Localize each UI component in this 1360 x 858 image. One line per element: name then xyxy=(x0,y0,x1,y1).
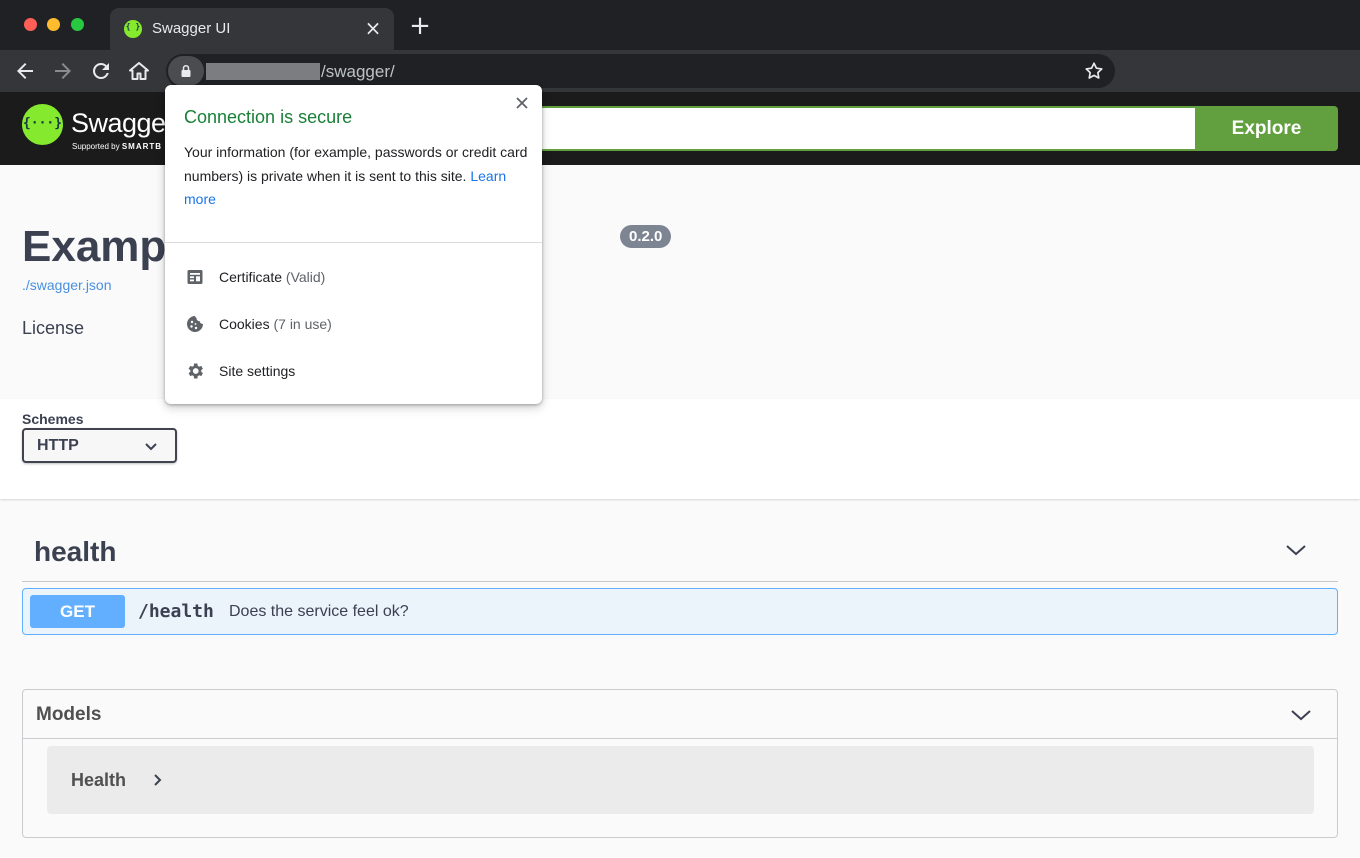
forward-arrow-icon[interactable] xyxy=(51,59,75,83)
tag-section-health[interactable]: health xyxy=(22,520,1338,582)
site-settings-label: Site settings xyxy=(219,363,296,379)
swagger-brand: Swagger xyxy=(71,108,175,138)
chevron-down-icon[interactable] xyxy=(1284,538,1308,562)
popup-title: Connection is secure xyxy=(184,107,353,127)
spec-url-input[interactable] xyxy=(530,106,1196,151)
reload-icon[interactable] xyxy=(89,59,113,83)
url-path: /swagger/ xyxy=(321,62,395,81)
popup-item-certificate[interactable]: Certificate (Valid) xyxy=(165,257,542,297)
http-method-badge: GET xyxy=(30,595,125,628)
tab-close-button[interactable]: × xyxy=(362,17,384,39)
tag-name: health xyxy=(34,536,117,567)
models-title: Models xyxy=(36,704,102,725)
chevron-down-icon xyxy=(145,443,157,451)
lock-icon xyxy=(181,64,191,77)
certificate-label: Certificate xyxy=(219,269,283,285)
certificate-status: (Valid) xyxy=(285,269,326,285)
swagger-favicon-icon xyxy=(124,20,142,38)
minimize-window-button[interactable] xyxy=(47,18,60,31)
schemes-select[interactable]: HTTP xyxy=(22,428,177,463)
license-link[interactable]: License xyxy=(22,318,84,339)
operation-get-health[interactable]: GET /health Does the service feel ok? xyxy=(22,588,1338,635)
cookie-icon xyxy=(187,316,203,332)
cookies-count: (7 in use) xyxy=(273,316,332,332)
address-bar[interactable]: /swagger/ xyxy=(166,54,1115,88)
popup-item-cookies[interactable]: Cookies (7 in use) xyxy=(165,304,542,344)
browser-titlebar: Swagger UI × + xyxy=(0,0,1360,50)
model-item-health[interactable]: Health xyxy=(47,746,1314,814)
close-window-button[interactable] xyxy=(24,18,37,31)
new-tab-button[interactable]: + xyxy=(408,13,432,39)
version-badge: 0.2.0 xyxy=(620,225,672,248)
schemes-selected-value: HTTP xyxy=(37,437,79,454)
close-icon[interactable] xyxy=(512,93,532,113)
site-info-button[interactable] xyxy=(168,56,204,86)
popup-body: Your information (for example, passwords… xyxy=(184,144,528,207)
chevron-right-icon xyxy=(154,774,162,786)
swagger-supported-by: Supported by SMARTB xyxy=(72,142,163,151)
swagger-logo-icon[interactable] xyxy=(22,104,63,145)
certificate-icon xyxy=(187,270,203,284)
chevron-down-icon[interactable] xyxy=(1289,703,1313,727)
redacted-url-host xyxy=(206,63,320,80)
explore-button[interactable]: Explore xyxy=(1195,106,1338,151)
tab-title: Swagger UI xyxy=(152,20,231,37)
schemes-section: Schemes HTTP xyxy=(0,399,1360,499)
browser-tab[interactable]: Swagger UI × xyxy=(110,8,394,50)
schemes-label: Schemes xyxy=(22,411,84,427)
bookmark-star-icon[interactable] xyxy=(1083,60,1105,82)
spec-link[interactable]: ./swagger.json xyxy=(22,277,112,293)
operation-summary: Does the service feel ok? xyxy=(229,603,409,620)
model-name: Health xyxy=(71,770,127,790)
connection-security-popup: Connection is secure Your information (f… xyxy=(165,85,542,404)
models-section: Models Health xyxy=(22,689,1338,838)
cookies-label: Cookies xyxy=(219,316,270,332)
maximize-window-button[interactable] xyxy=(71,18,84,31)
models-header[interactable]: Models xyxy=(23,690,1337,739)
operation-path: /health xyxy=(138,601,214,622)
divider xyxy=(165,242,542,243)
back-arrow-icon[interactable] xyxy=(13,59,37,83)
gear-icon xyxy=(188,363,203,379)
popup-item-site-settings[interactable]: Site settings xyxy=(165,351,542,391)
home-icon[interactable] xyxy=(127,59,151,83)
